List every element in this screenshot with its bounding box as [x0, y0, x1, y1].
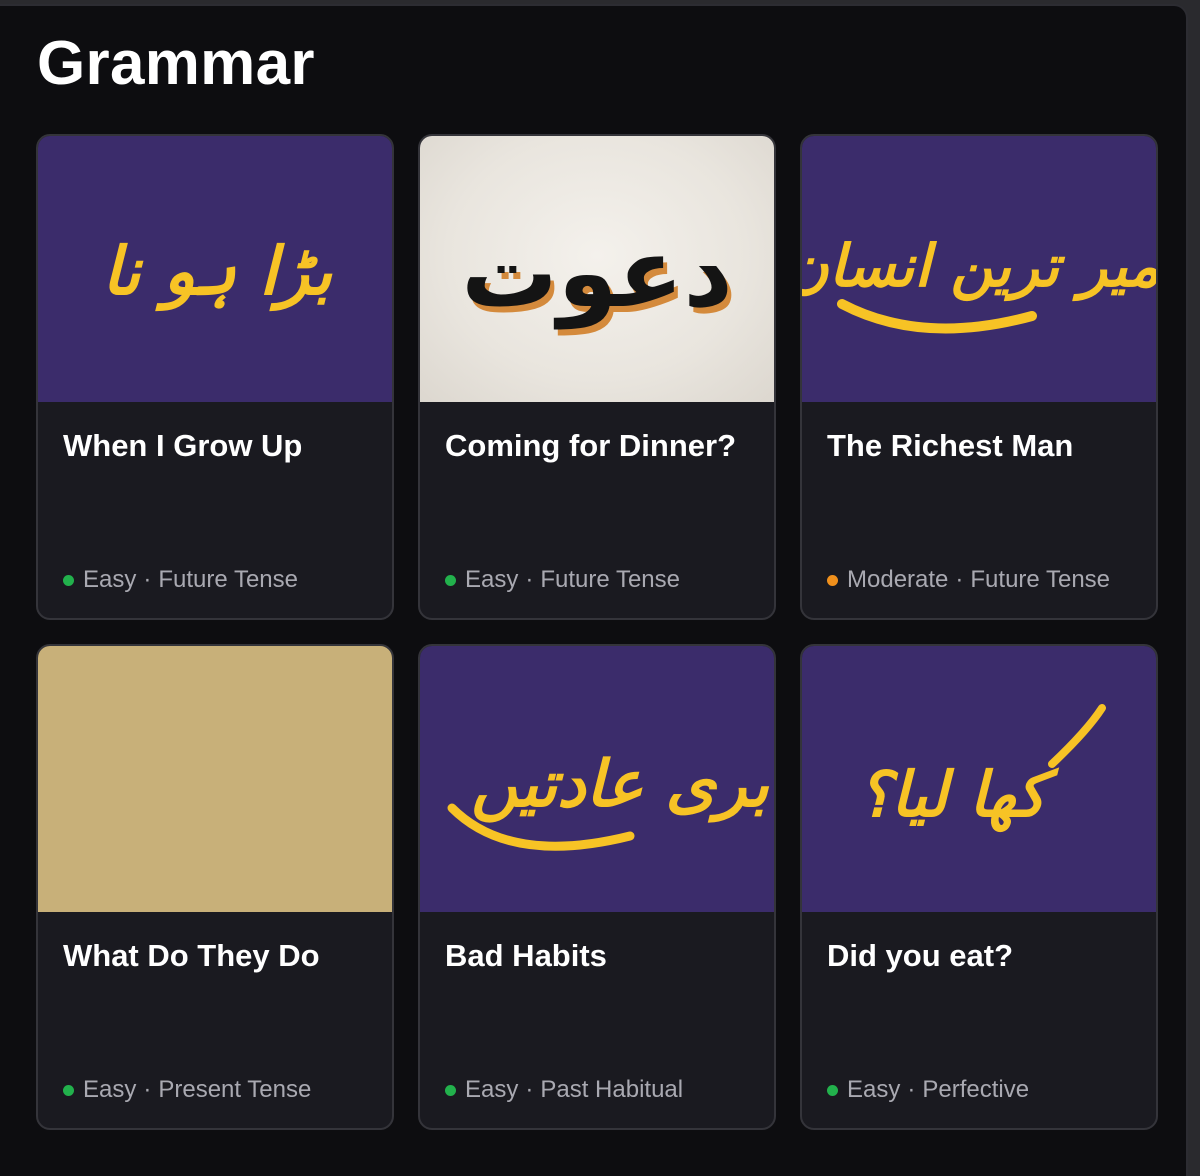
lesson-title: Coming for Dinner? [445, 428, 737, 463]
lesson-title: When I Grow Up [63, 428, 303, 463]
meta-separator: · [907, 1076, 916, 1103]
difficulty-label: Easy [847, 1076, 901, 1103]
lesson-thumbnail: کھا لیا؟ [802, 646, 1156, 912]
lesson-grid: بڑا ہو نا When I Grow Up Easy · Future T… [36, 134, 1158, 1130]
meta-separator: · [955, 566, 964, 593]
difficulty-dot-icon [445, 574, 456, 586]
lesson-meta: Easy · Future Tense [445, 566, 680, 594]
urdu-calligraphy: امیر ترین انسان [802, 232, 1156, 302]
lesson-card-did-you-eat[interactable]: کھا لیا؟ Did you eat? Easy · Perfective [800, 644, 1158, 1130]
lesson-meta: Easy · Future Tense [63, 566, 298, 594]
lesson-meta: Easy · Present Tense [63, 1076, 311, 1104]
lesson-thumbnail: دعوت دعوت [420, 136, 774, 402]
lesson-card-what-do-they-do[interactable]: What Do They Do Easy · Present Tense [36, 644, 394, 1130]
difficulty-dot-icon [63, 574, 74, 586]
urdu-calligraphy: بری عادتیں [471, 748, 770, 823]
difficulty-label: Easy [83, 1076, 137, 1103]
topic-label: Perfective [922, 1076, 1030, 1103]
lesson-thumbnail: بری عادتیں [420, 646, 774, 912]
meta-separator: · [525, 566, 534, 593]
urdu-calligraphy: دعوت [461, 217, 733, 330]
lesson-title: Did you eat? [827, 938, 1014, 973]
urdu-calligraphy: بڑا ہو نا [102, 233, 333, 312]
difficulty-label: Easy [465, 566, 519, 593]
lesson-card-bad-habits[interactable]: بری عادتیں Bad Habits Easy · Past Habitu… [418, 644, 776, 1130]
topic-label: Future Tense [158, 566, 298, 593]
lesson-thumbnail: امیر ترین انسان [802, 136, 1156, 402]
difficulty-label: Moderate [847, 566, 949, 593]
difficulty-dot-icon [63, 1084, 74, 1096]
lesson-meta: Easy · Perfective [827, 1076, 1029, 1104]
difficulty-dot-icon [827, 1084, 838, 1096]
difficulty-dot-icon [827, 574, 838, 586]
lesson-card-the-richest-man[interactable]: امیر ترین انسان The Richest Man Moderate… [800, 134, 1158, 620]
lesson-title: The Richest Man [827, 428, 1074, 463]
page-title: Grammar [37, 29, 315, 98]
calligraphy-swash [837, 299, 1037, 334]
difficulty-label: Easy [465, 1076, 519, 1103]
topic-label: Future Tense [970, 566, 1111, 593]
topic-label: Present Tense [158, 1076, 312, 1103]
difficulty-label: Easy [83, 566, 137, 593]
meta-separator: · [525, 1076, 534, 1103]
lesson-card-when-i-grow-up[interactable]: بڑا ہو نا When I Grow Up Easy · Future T… [36, 134, 394, 620]
grammar-panel: Grammar بڑا ہو نا When I Grow Up Easy · … [0, 4, 1188, 1176]
lesson-title: What Do They Do [63, 938, 320, 973]
lesson-card-coming-for-dinner[interactable]: دعوت دعوت Coming for Dinner? Easy · Futu… [418, 134, 776, 620]
lesson-thumbnail: بڑا ہو نا [38, 136, 392, 402]
urdu-calligraphy: کھا لیا؟ [858, 758, 1059, 833]
lesson-meta: Easy · Past Habitual [445, 1076, 683, 1104]
lesson-meta: Moderate · Future Tense [827, 566, 1110, 594]
topic-label: Future Tense [540, 566, 680, 593]
difficulty-dot-icon [445, 1084, 456, 1096]
meta-separator: · [143, 566, 152, 593]
lesson-thumbnail [38, 646, 392, 912]
calligraphy-swash [1048, 704, 1106, 768]
meta-separator: · [143, 1076, 152, 1103]
lesson-title: Bad Habits [445, 938, 607, 973]
topic-label: Past Habitual [540, 1076, 684, 1103]
